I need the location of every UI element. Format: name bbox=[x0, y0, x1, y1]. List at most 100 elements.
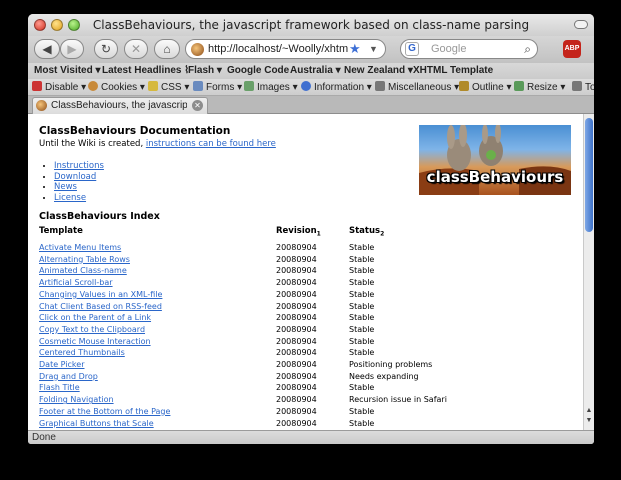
template-link[interactable]: Activate Menu Items bbox=[39, 243, 121, 252]
status-cell: Stable bbox=[349, 336, 375, 346]
home-button[interactable]: ⌂ bbox=[154, 39, 180, 59]
status-cell: Stable bbox=[349, 278, 375, 288]
table-row: Footer at the Bottom of the Page 20080904… bbox=[39, 406, 469, 418]
revision-cell: 20080904 bbox=[276, 301, 317, 311]
revision-cell: 20080904 bbox=[276, 348, 317, 358]
status-cell: Stable bbox=[349, 243, 375, 252]
vertical-scrollbar[interactable]: ▲ ▼ bbox=[583, 114, 594, 430]
table-row: Cosmetic Mouse Interaction 20080904 Stable bbox=[39, 336, 469, 348]
bookmark-google-code[interactable]: Google Code bbox=[227, 63, 289, 79]
web-developer-toolbar: Disable ▾ Cookies ▾ CSS ▾ Forms ▾ Images… bbox=[28, 79, 594, 96]
template-cell: Centered Thumbnails bbox=[39, 347, 276, 359]
bookmark-most-visited[interactable]: Most Visited ▾ bbox=[34, 63, 101, 79]
template-cell: Cosmetic Mouse Interaction bbox=[39, 336, 276, 348]
footnote-1[interactable]: 1 bbox=[317, 231, 321, 238]
status-cell: Stable bbox=[349, 289, 375, 299]
url-history-dropdown-icon[interactable]: ▼ bbox=[369, 40, 378, 58]
template-cell: Changing Values in an XML-file bbox=[39, 289, 276, 301]
template-link[interactable]: Drag and Drop bbox=[39, 372, 98, 381]
site-favicon-icon bbox=[191, 43, 204, 56]
table-row: Centered Thumbnails 20080904 Stable bbox=[39, 347, 469, 359]
template-link[interactable]: Date Picker bbox=[39, 360, 85, 369]
bookmark-new-zealand[interactable]: New Zealand ▾ bbox=[344, 63, 413, 79]
devbar-forms[interactable]: Forms ▾ bbox=[193, 79, 242, 96]
devbar-images[interactable]: Images ▾ bbox=[244, 79, 298, 96]
template-link[interactable]: Flash Title bbox=[39, 383, 80, 392]
instructions-link[interactable]: instructions can be found here bbox=[146, 139, 276, 149]
template-cell: Folding Navigation bbox=[39, 394, 276, 406]
bookmark-xhtml-template[interactable]: XHTML Template bbox=[413, 63, 493, 79]
table-row: Animated Class-name 20080904 Stable bbox=[39, 265, 469, 277]
template-cell: Artificial Scroll-bar bbox=[39, 277, 276, 289]
devbar-resize[interactable]: Resize ▾ bbox=[514, 79, 565, 96]
index-table: Template Revision1 Status2 Activate Menu… bbox=[39, 226, 469, 429]
bookmark-star-icon[interactable]: ★ bbox=[349, 40, 361, 58]
status-cell: Stable bbox=[349, 313, 375, 323]
devbar-disable[interactable]: Disable ▾ bbox=[32, 79, 86, 96]
reload-button[interactable]: ↻ bbox=[94, 39, 118, 59]
bookmarks-toolbar: Most Visited ▾ Latest Headlines ⌇ Flash … bbox=[28, 63, 594, 79]
browser-window: ClassBehaviours, the javascript framewor… bbox=[28, 14, 594, 444]
template-link[interactable]: Chat Client Based on RSS-feed bbox=[39, 302, 162, 311]
scroll-down-arrow-icon[interactable]: ▼ bbox=[585, 416, 593, 425]
bookmark-latest-headlines[interactable]: Latest Headlines ⌇ bbox=[102, 63, 189, 79]
download-link[interactable]: Download bbox=[54, 172, 96, 182]
url-field[interactable]: http://localhost/~Woolly/xhtml/ir ★ ▼ bbox=[185, 39, 386, 59]
template-cell: Animated Class-name bbox=[39, 265, 276, 277]
forward-button[interactable]: ▶ bbox=[60, 39, 84, 59]
search-field[interactable]: G Google ⌕ bbox=[400, 39, 538, 59]
template-link[interactable]: Centered Thumbnails bbox=[39, 348, 125, 357]
revision-cell: 20080904 bbox=[276, 243, 317, 252]
google-engine-icon[interactable]: G bbox=[405, 42, 419, 56]
template-cell: Copy Text to the Clipboard bbox=[39, 324, 276, 336]
template-link[interactable]: Footer at the Bottom of the Page bbox=[39, 407, 170, 416]
scrollbar-thumb[interactable] bbox=[585, 118, 593, 232]
template-link[interactable]: Click on the Parent of a Link bbox=[39, 313, 151, 322]
bookmark-australia[interactable]: Australia ▾ bbox=[290, 63, 341, 79]
template-link[interactable]: Folding Navigation bbox=[39, 395, 114, 404]
minimize-window-button[interactable] bbox=[51, 19, 63, 31]
status-cell: Stable bbox=[349, 324, 375, 334]
table-row: Date Picker 20080904 Positioning problems bbox=[39, 359, 469, 371]
revision-cell: 20080904 bbox=[276, 313, 317, 323]
status-cell: Stable bbox=[349, 406, 375, 416]
template-link[interactable]: Cosmetic Mouse Interaction bbox=[39, 337, 151, 346]
template-link[interactable]: Changing Values in an XML-file bbox=[39, 290, 162, 299]
table-row: Click on the Parent of a Link 20080904 Sta… bbox=[39, 312, 469, 324]
devbar-miscellaneous[interactable]: Miscellaneous ▾ bbox=[375, 79, 459, 96]
index-heading: ClassBehaviours Index bbox=[39, 211, 160, 222]
back-button[interactable]: ◀ bbox=[34, 39, 60, 59]
scroll-up-arrow-icon[interactable]: ▲ bbox=[585, 406, 593, 415]
template-link[interactable]: Alternating Table Rows bbox=[39, 255, 130, 264]
outline-icon bbox=[459, 81, 469, 91]
template-link[interactable]: Animated Class-name bbox=[39, 266, 127, 275]
revision-cell: 20080904 bbox=[276, 278, 317, 288]
tab-close-icon[interactable]: ✕ bbox=[192, 100, 203, 111]
template-link[interactable]: Artificial Scroll-bar bbox=[39, 278, 113, 287]
devbar-css[interactable]: CSS ▾ bbox=[148, 79, 189, 96]
devbar-tools[interactable]: To bbox=[572, 79, 594, 96]
stop-button[interactable]: ✕ bbox=[124, 39, 148, 59]
news-link[interactable]: News bbox=[54, 182, 77, 192]
template-link[interactable]: Copy Text to the Clipboard bbox=[39, 325, 145, 334]
instructions-nav-link[interactable]: Instructions bbox=[54, 161, 104, 171]
devbar-cookies[interactable]: Cookies ▾ bbox=[88, 79, 145, 96]
tab-classbehaviours[interactable]: ClassBehaviours, the javascript... ✕ bbox=[32, 97, 208, 114]
template-cell: Activate Menu Items bbox=[39, 242, 276, 254]
close-window-button[interactable] bbox=[34, 19, 46, 31]
zoom-window-button[interactable] bbox=[68, 19, 80, 31]
bookmark-flash[interactable]: Flash ▾ bbox=[188, 63, 222, 79]
template-cell: Flash Title bbox=[39, 382, 276, 394]
license-link[interactable]: License bbox=[54, 193, 86, 203]
revision-cell: 20080904 bbox=[276, 254, 317, 264]
devbar-information[interactable]: Information ▾ bbox=[301, 79, 372, 96]
back-arrow-icon: ◀ bbox=[42, 42, 52, 56]
template-link[interactable]: Graphical Buttons that Scale bbox=[39, 419, 154, 428]
url-text: http://localhost/~Woolly/xhtml/ir bbox=[208, 43, 348, 55]
search-icon[interactable]: ⌕ bbox=[524, 40, 531, 58]
template-cell: Footer at the Bottom of the Page bbox=[39, 406, 276, 418]
toolbar-toggle-button[interactable] bbox=[574, 20, 588, 29]
adblock-icon[interactable]: ABP bbox=[563, 40, 581, 58]
devbar-outline[interactable]: Outline ▾ bbox=[459, 79, 511, 96]
footnote-2[interactable]: 2 bbox=[380, 231, 384, 238]
